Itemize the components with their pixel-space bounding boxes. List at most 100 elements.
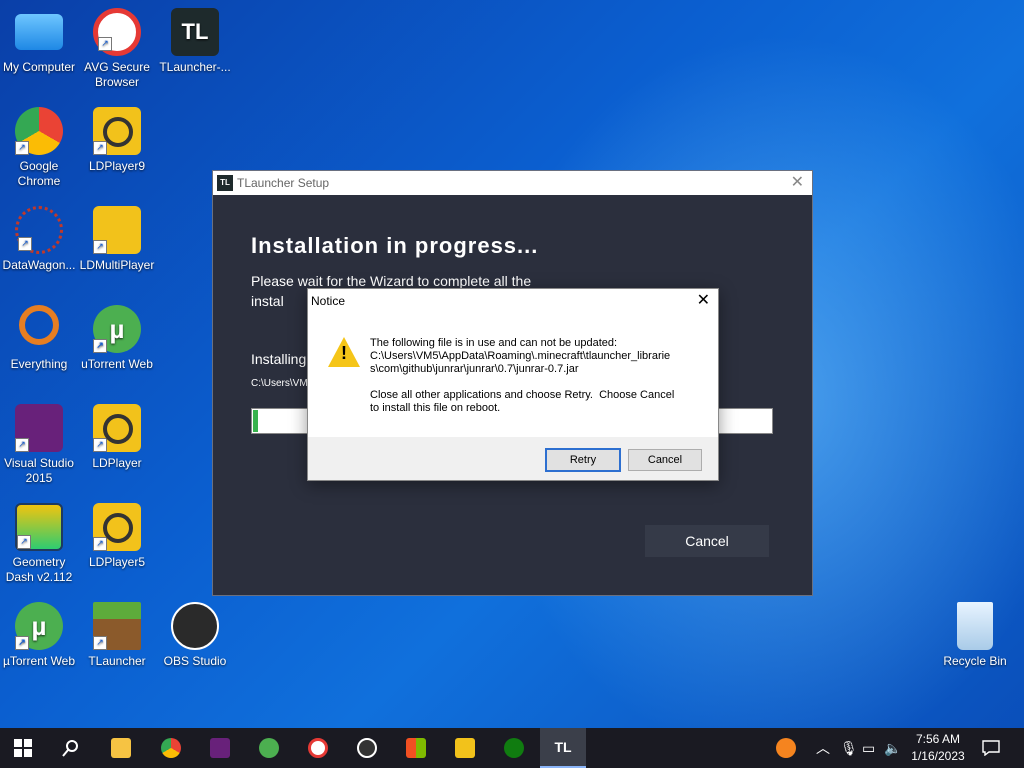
- folder-icon: [111, 738, 131, 758]
- desktop-icon-label: AVG Secure Browser: [84, 60, 150, 89]
- taskbar-file-explorer[interactable]: [98, 728, 144, 768]
- desktop-icon-label: My Computer: [2, 60, 76, 74]
- taskbar-store[interactable]: [393, 728, 439, 768]
- desktop-icon-label: µTorrent Web: [2, 654, 76, 668]
- desktop-icon-geometry-dash[interactable]: ↗ Geometry Dash v2.112: [0, 503, 78, 585]
- datawagon-icon: ↗: [15, 206, 63, 254]
- desktop-icon-label: LDPlayer9: [88, 159, 146, 173]
- desktop-icon-label: Recycle Bin: [943, 654, 1007, 668]
- warning-icon: !: [328, 337, 360, 367]
- obs-icon: [357, 738, 377, 758]
- taskbar-chrome[interactable]: [148, 728, 194, 768]
- notification-center-icon[interactable]: [982, 728, 1000, 768]
- microphone-icon[interactable]: 🎙: [840, 728, 858, 768]
- notice-title-bar[interactable]: Notice ✕: [308, 289, 718, 313]
- search-button[interactable]: [48, 728, 94, 768]
- desktop-icon-ldplayer9[interactable]: ↗ LDPlayer9: [78, 107, 156, 174]
- avg-browser-icon: [308, 738, 328, 758]
- utorrent-icon: µ ↗: [15, 602, 63, 650]
- desktop-icon-label: LDMultiPlayer: [79, 258, 155, 272]
- cancel-button[interactable]: Cancel: [628, 449, 702, 471]
- desktop-icon-label: Everything: [10, 357, 68, 371]
- visual-studio-icon: [210, 738, 230, 758]
- notice-file-path: s\com\github\junrar\junrar\0.7\junrar-0.…: [370, 363, 579, 375]
- chrome-icon: ↗: [15, 107, 63, 155]
- start-button[interactable]: [0, 728, 46, 768]
- close-icon[interactable]: ✕: [791, 171, 804, 195]
- desktop-icon-label: Geometry Dash v2.112: [5, 555, 73, 584]
- tray-app-icon[interactable]: [776, 728, 796, 768]
- desktop-icon-ldplayer5[interactable]: ↗ LDPlayer5: [78, 503, 156, 570]
- tlauncher-logo-icon: TL: [554, 739, 572, 755]
- setup-cancel-button[interactable]: Cancel: [645, 525, 769, 557]
- clock-time: 7:56 AM: [915, 732, 961, 746]
- desktop-icon-my-computer[interactable]: My Computer: [0, 8, 78, 75]
- search-icon: [62, 740, 78, 757]
- desktop-icon-ldplayer[interactable]: ↗ LDPlayer: [78, 404, 156, 471]
- computer-icon: [15, 14, 63, 50]
- network-icon[interactable]: ▭: [862, 728, 875, 768]
- recycle-bin-icon: [957, 602, 993, 650]
- taskbar-tlauncher-setup[interactable]: TL: [540, 728, 586, 768]
- notice-footer: Retry Cancel: [308, 437, 718, 480]
- everything-icon: [19, 305, 59, 345]
- desktop-icon-chrome[interactable]: ↗ Google Chrome: [0, 107, 78, 189]
- desktop-icon-label: TLauncher: [88, 654, 146, 668]
- clock-date: 1/16/2023: [911, 749, 965, 763]
- taskbar-utorrent[interactable]: [246, 728, 292, 768]
- minecraft-block-icon: ↗: [93, 602, 141, 650]
- desktop-icon-label: LDPlayer: [92, 456, 142, 470]
- visual-studio-icon: ↗: [15, 404, 63, 452]
- desktop-icon-label: TLauncher-...: [159, 60, 231, 74]
- desktop-icon-label: LDPlayer5: [88, 555, 146, 569]
- notice-line: The following file is in use and can not…: [370, 337, 618, 349]
- taskbar-obs[interactable]: [344, 728, 390, 768]
- taskbar: TL ︿ 🎙 ▭ 🔈 7:56 AM 1/16/2023: [0, 728, 1024, 768]
- desktop-icon-recycle-bin[interactable]: Recycle Bin: [936, 602, 1014, 669]
- taskbar-visual-studio[interactable]: [197, 728, 243, 768]
- utorrent-icon: µ ↗: [93, 305, 141, 353]
- desktop-icon-label: Google Chrome: [17, 159, 61, 188]
- obs-icon: [171, 602, 219, 650]
- taskbar-xbox[interactable]: [491, 728, 537, 768]
- ldplayer-icon: ↗: [93, 404, 141, 452]
- windows-icon: [14, 739, 32, 757]
- volume-icon[interactable]: 🔈: [884, 728, 901, 768]
- desktop-icon-tlauncher[interactable]: ↗ TLauncher: [78, 602, 156, 669]
- desktop-icon-everything[interactable]: Everything: [0, 305, 78, 372]
- desktop-icon-avg-browser[interactable]: ↗ AVG Secure Browser: [78, 8, 156, 90]
- geometry-dash-icon: ↗: [15, 503, 63, 551]
- orange-circle-icon: [776, 738, 796, 758]
- tlauncher-logo-icon: TL: [217, 175, 233, 191]
- taskbar-ldplayer[interactable]: [442, 728, 488, 768]
- notice-file-path: C:\Users\VM5\AppData\Roaming\.minecraft\…: [370, 350, 671, 362]
- desktop-icon-tlauncher-installer[interactable]: TL TLauncher-...: [156, 8, 234, 75]
- store-icon: [406, 738, 426, 758]
- utorrent-icon: [259, 738, 279, 758]
- taskbar-clock[interactable]: 7:56 AM 1/16/2023: [908, 731, 968, 765]
- ldplayer5-icon: ↗: [93, 503, 141, 551]
- desktop-icon-datawagon[interactable]: ↗ DataWagon...: [0, 206, 78, 273]
- ldplayer-icon: [455, 738, 475, 758]
- close-icon[interactable]: ✕: [697, 289, 710, 313]
- desktop-icon-utorrent-web-2[interactable]: µ ↗ µTorrent Web: [0, 602, 78, 669]
- ldplayer9-icon: ↗: [93, 107, 141, 155]
- setup-path: C:\Users\VM: [251, 378, 308, 389]
- desktop-icon-label: Visual Studio 2015: [4, 456, 74, 485]
- desktop-icon-ldmultiplayer[interactable]: ↗ LDMultiPlayer: [78, 206, 156, 273]
- taskbar-avg-browser[interactable]: [295, 728, 341, 768]
- setup-status: Installing: [251, 351, 307, 367]
- desktop-icon-visual-studio[interactable]: ↗ Visual Studio 2015: [0, 404, 78, 486]
- tray-overflow-chevron-icon[interactable]: ︿: [816, 728, 830, 768]
- desktop-icon-label: DataWagon...: [2, 258, 76, 272]
- setup-heading: Installation in progress...: [251, 233, 539, 258]
- desktop-icon-obs[interactable]: OBS Studio: [156, 602, 234, 669]
- retry-button[interactable]: Retry: [545, 448, 621, 472]
- setup-title-bar[interactable]: TL TLauncher Setup ✕: [213, 171, 812, 195]
- tlauncher-installer-icon: TL: [171, 8, 219, 56]
- desktop-icon-utorrent-web[interactable]: µ ↗ uTorrent Web: [78, 305, 156, 372]
- notice-title: Notice: [311, 294, 346, 308]
- xbox-icon: [504, 738, 524, 758]
- avg-browser-icon: ↗: [93, 8, 141, 56]
- notice-dialog: Notice ✕ ! The following file is in use …: [307, 288, 719, 481]
